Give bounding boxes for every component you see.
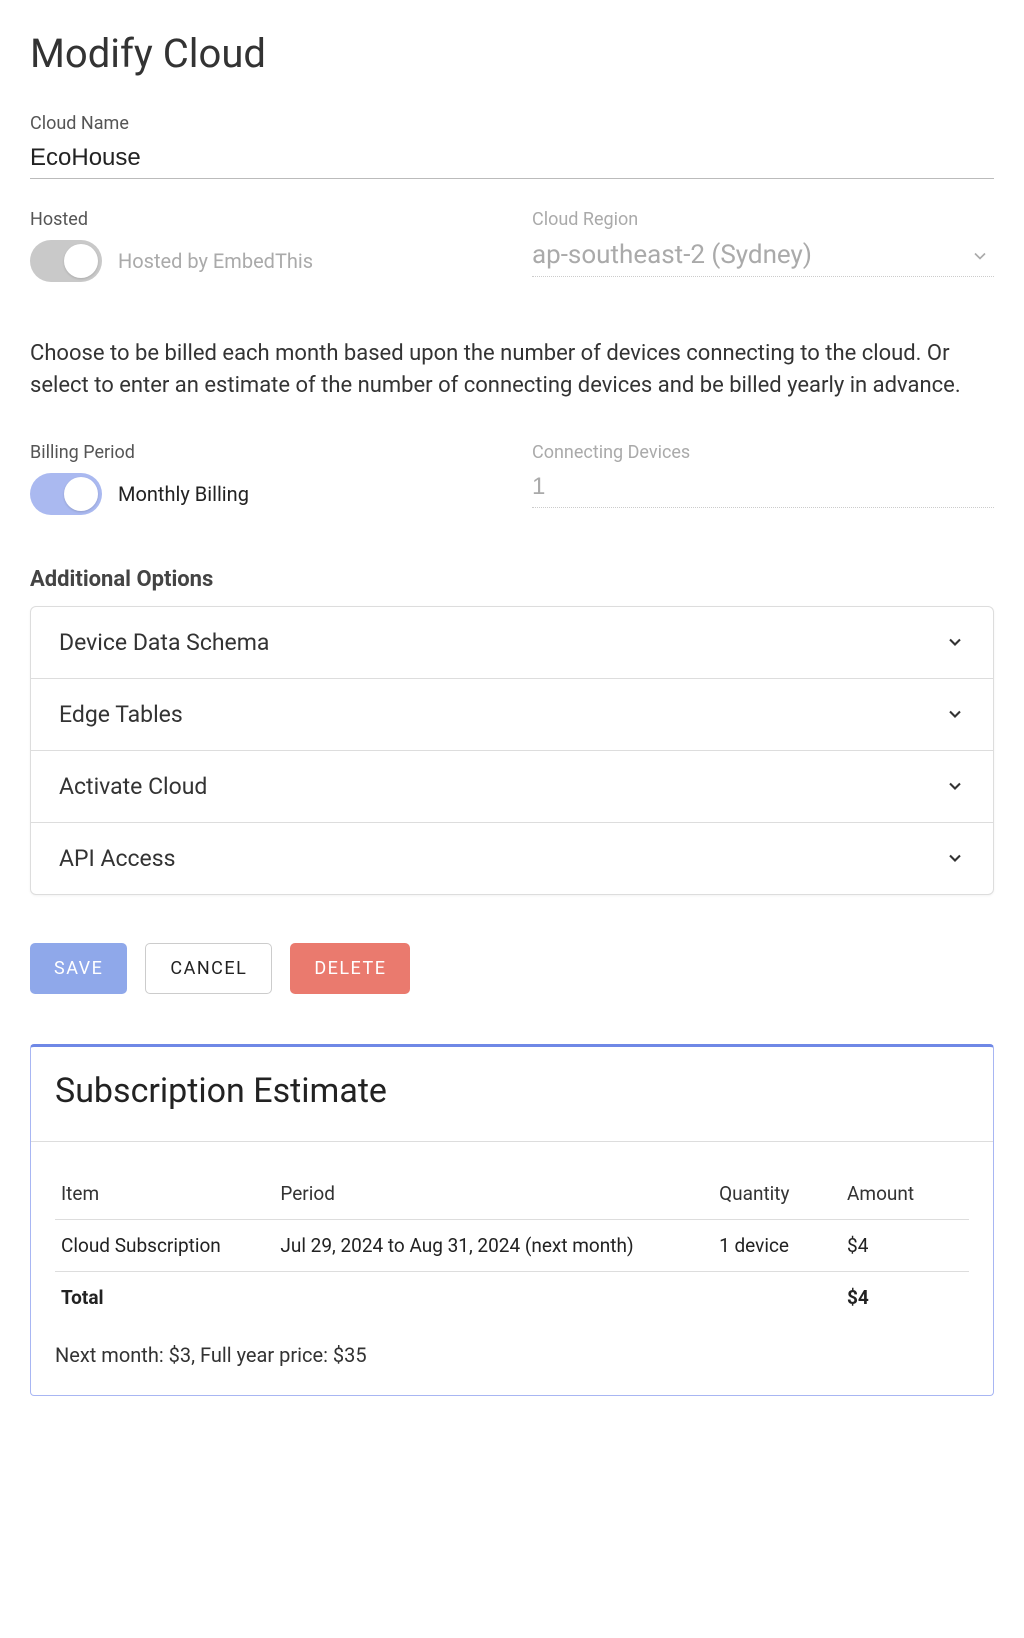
col-item: Item <box>55 1168 274 1220</box>
cell-amount: $4 <box>841 1219 969 1271</box>
hosted-label: Hosted <box>30 209 492 230</box>
col-period: Period <box>274 1168 713 1220</box>
accordion-device-data-schema[interactable]: Device Data Schema <box>31 607 993 679</box>
estimate-table: Item Period Quantity Amount Cloud Subscr… <box>55 1168 969 1323</box>
region-value: ap-southeast-2 (Sydney) <box>532 240 812 270</box>
col-amount: Amount <box>841 1168 969 1220</box>
devices-input[interactable] <box>532 469 994 508</box>
cell-quantity: 1 device <box>713 1219 841 1271</box>
additional-options-accordion: Device Data Schema Edge Tables Activate … <box>30 606 994 895</box>
accordion-title: Activate Cloud <box>59 773 207 800</box>
estimate-note: Next month: $3, Full year price: $35 <box>31 1323 993 1367</box>
cloud-name-label: Cloud Name <box>30 113 994 134</box>
col-quantity: Quantity <box>713 1168 841 1220</box>
accordion-title: Device Data Schema <box>59 629 269 656</box>
table-row: Cloud Subscription Jul 29, 2024 to Aug 3… <box>55 1219 969 1271</box>
accordion-activate-cloud[interactable]: Activate Cloud <box>31 751 993 823</box>
cloud-name-input[interactable] <box>30 140 994 179</box>
cell-total-label: Total <box>55 1271 274 1323</box>
accordion-api-access[interactable]: API Access <box>31 823 993 894</box>
hosted-toggle[interactable] <box>30 240 102 282</box>
chevron-down-icon <box>970 246 990 266</box>
table-total-row: Total $4 <box>55 1271 969 1323</box>
cell-period: Jul 29, 2024 to Aug 31, 2024 (next month… <box>274 1219 713 1271</box>
cell-item: Cloud Subscription <box>55 1219 274 1271</box>
hosted-text: Hosted by EmbedThis <box>118 249 313 273</box>
cell-total-amount: $4 <box>841 1271 969 1323</box>
chevron-down-icon <box>945 704 965 724</box>
accordion-title: Edge Tables <box>59 701 183 728</box>
estimate-title: Subscription Estimate <box>31 1047 993 1142</box>
billing-period-label: Billing Period <box>30 442 492 463</box>
save-button[interactable]: SAVE <box>30 943 127 994</box>
chevron-down-icon <box>945 776 965 796</box>
delete-button[interactable]: DELETE <box>290 943 410 994</box>
subscription-estimate-card: Subscription Estimate Item Period Quanti… <box>30 1044 994 1396</box>
additional-options-title: Additional Options <box>30 567 994 592</box>
chevron-down-icon <box>945 848 965 868</box>
accordion-edge-tables[interactable]: Edge Tables <box>31 679 993 751</box>
billing-description: Choose to be billed each month based upo… <box>30 338 994 402</box>
cancel-button[interactable]: CANCEL <box>145 943 272 994</box>
accordion-title: API Access <box>59 845 176 872</box>
chevron-down-icon <box>945 632 965 652</box>
billing-period-toggle[interactable] <box>30 473 102 515</box>
billing-period-text: Monthly Billing <box>118 482 249 506</box>
devices-label: Connecting Devices <box>532 442 994 463</box>
region-label: Cloud Region <box>532 209 994 230</box>
region-select[interactable]: ap-southeast-2 (Sydney) <box>532 236 994 277</box>
page-title: Modify Cloud <box>30 30 994 77</box>
